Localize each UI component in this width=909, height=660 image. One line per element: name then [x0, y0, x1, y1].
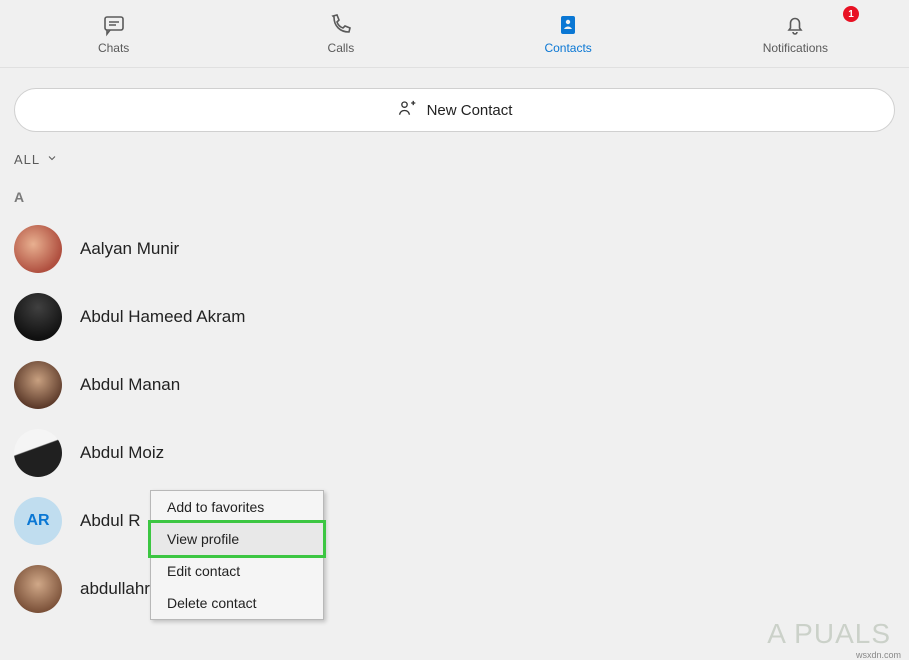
menu-view-profile[interactable]: View profile: [151, 523, 323, 555]
avatar: [14, 225, 62, 273]
avatar: [14, 293, 62, 341]
avatar: [14, 429, 62, 477]
add-contact-icon: [397, 98, 417, 122]
tab-notifications[interactable]: 1 Notifications: [682, 0, 909, 67]
app-root: Chats Calls Contacts 1 Notifications: [0, 0, 909, 660]
new-contact-label: New Contact: [427, 102, 513, 119]
new-contact-button[interactable]: New Contact: [14, 88, 895, 132]
tab-chats-label: Chats: [98, 41, 129, 55]
notification-badge: 1: [843, 6, 859, 22]
contact-name: Abdul Hameed Akram: [80, 307, 245, 327]
tab-contacts-label: Contacts: [544, 41, 591, 55]
contact-row[interactable]: Abdul Moiz: [0, 419, 909, 487]
contact-name: Abdul Manan: [80, 375, 180, 395]
context-menu: Add to favorites View profile Edit conta…: [150, 490, 324, 620]
avatar-initials: AR: [14, 497, 62, 545]
section-header: A: [0, 185, 909, 215]
top-tabs: Chats Calls Contacts 1 Notifications: [0, 0, 909, 68]
menu-edit-contact[interactable]: Edit contact: [151, 555, 323, 587]
menu-add-favorites[interactable]: Add to favorites: [151, 491, 323, 523]
contact-row[interactable]: Aalyan Munir: [0, 215, 909, 283]
avatar: [14, 361, 62, 409]
tab-calls-label: Calls: [328, 41, 355, 55]
tab-calls[interactable]: Calls: [227, 0, 454, 67]
tab-chats[interactable]: Chats: [0, 0, 227, 67]
chat-icon: [102, 13, 126, 37]
contact-row[interactable]: Abdul Manan: [0, 351, 909, 419]
contacts-icon: [556, 13, 580, 37]
contact-row[interactable]: abdullahriaz: [0, 555, 909, 623]
filter-label: ALL: [14, 152, 40, 167]
contact-row[interactable]: Abdul Hameed Akram: [0, 283, 909, 351]
contact-name: Abdul Moiz: [80, 443, 164, 463]
chevron-down-icon: [46, 152, 58, 167]
menu-delete-contact[interactable]: Delete contact: [151, 587, 323, 619]
contact-list: Aalyan Munir Abdul Hameed Akram Abdul Ma…: [0, 215, 909, 623]
contact-row[interactable]: AR Abdul R: [0, 487, 909, 555]
filter-dropdown[interactable]: ALL: [0, 144, 909, 185]
contact-name: Abdul R: [80, 511, 140, 531]
avatar: [14, 565, 62, 613]
attribution: wsxdn.com: [856, 650, 901, 660]
tab-contacts[interactable]: Contacts: [455, 0, 682, 67]
tab-notifications-label: Notifications: [763, 41, 828, 55]
bell-icon: [783, 13, 807, 37]
contact-name: Aalyan Munir: [80, 239, 179, 259]
new-contact-container: New Contact: [0, 68, 909, 144]
phone-icon: [329, 13, 353, 37]
